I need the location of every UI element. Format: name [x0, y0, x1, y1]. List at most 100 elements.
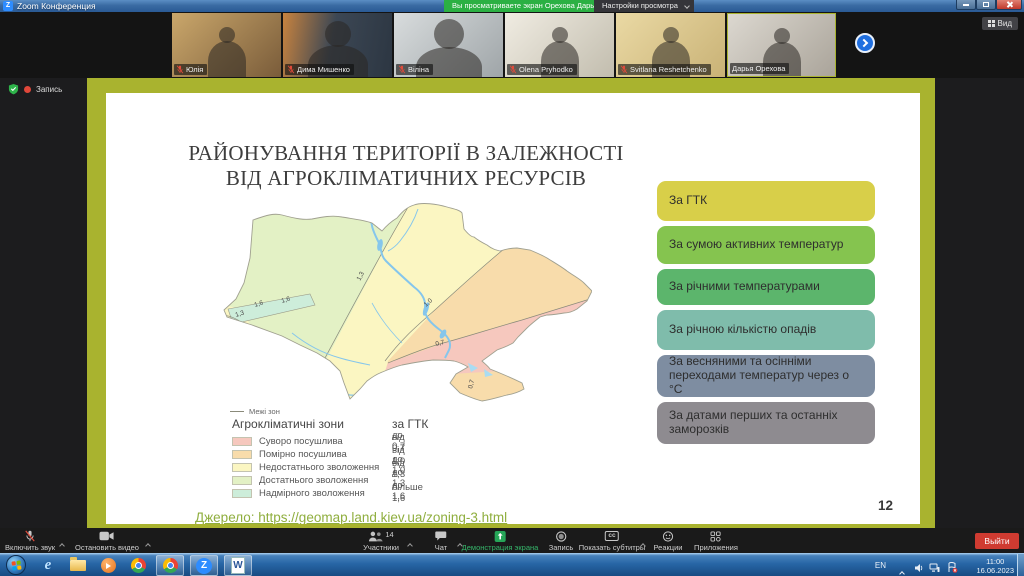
video-tile[interactable]: Віліна [394, 13, 503, 77]
participant-name-tag: Віліна [396, 64, 433, 75]
record-label: Запись [549, 543, 574, 552]
participant-name: Svitlana Reshetchenko [630, 65, 707, 74]
folder-icon [70, 560, 86, 571]
participants-button[interactable]: 14 Участники [363, 530, 399, 552]
video-tile-active-speaker[interactable]: Дарья Орехова [727, 13, 836, 77]
chevron-right-icon [860, 39, 868, 47]
leave-meeting-button[interactable]: Выйти [975, 533, 1019, 549]
record-button[interactable]: Запись [549, 530, 574, 552]
recording-indicator: Запись [8, 83, 62, 95]
button-gtk[interactable]: За ГТК [657, 181, 875, 221]
grid-view-icon [988, 20, 995, 27]
participant-name-tag: Юлія [174, 64, 207, 75]
ukraine-map-svg: 1,3 1,6 1,6 1,3 1,0 0,7 0,7 [222, 203, 592, 403]
taskbar-ie[interactable]: e [34, 555, 62, 576]
window-title: Zoom Конференция [17, 1, 96, 11]
video-tile[interactable]: Olena Pryhodko [505, 13, 614, 77]
reactions-button[interactable]: Реакции [654, 530, 683, 552]
slide-title: РАЙОНУВАННЯ ТЕРИТОРІЇ В ЗАЛЕЖНОСТІ ВІД А… [136, 141, 676, 191]
button-frost-dates[interactable]: За датами перших та останніх заморозків [657, 402, 875, 444]
video-tile[interactable]: Svitlana Reshetchenko [616, 13, 725, 77]
internet-explorer-icon: e [45, 557, 52, 574]
apps-icon [710, 531, 721, 542]
slide-content: РАЙОНУВАННЯ ТЕРИТОРІЇ В ЗАЛЕЖНОСТІ ВІД А… [106, 93, 920, 524]
video-options-chevron[interactable] [146, 535, 150, 553]
recording-label: Запись [36, 85, 62, 94]
chat-icon [435, 531, 447, 541]
zone-label: Надмірного зволоження [259, 488, 365, 499]
apps-button[interactable]: Приложения [694, 530, 738, 552]
action-center-flag-icon[interactable] [947, 560, 958, 576]
captions-button[interactable]: cc Показать субтитры [579, 530, 645, 552]
zone-color-swatch [232, 489, 252, 498]
chat-label: Чат [435, 543, 447, 552]
mic-muted-icon [287, 65, 295, 74]
participants-icon [368, 531, 383, 542]
chevron-down-icon [684, 3, 690, 9]
close-button[interactable] [996, 0, 1022, 10]
encryption-shield-icon [8, 83, 19, 95]
video-tile[interactable]: Дима Мишенко [283, 13, 392, 77]
participant-name: Дима Мишенко [297, 65, 350, 74]
participants-count: 14 [385, 530, 393, 539]
camera-icon [99, 531, 114, 541]
share-screen-button[interactable]: Демонстрация экрана [462, 530, 539, 552]
view-settings-button[interactable]: Настройки просмотра [594, 0, 694, 12]
taskbar-explorer[interactable] [64, 555, 92, 576]
participant-name: Дарья Орехова [732, 64, 785, 73]
button-annual-temps[interactable]: За річними температурами [657, 269, 875, 305]
participant-silhouette [434, 19, 464, 49]
zone-color-swatch [232, 450, 252, 459]
chat-button[interactable]: Чат [435, 530, 447, 552]
maximize-button[interactable] [976, 0, 996, 10]
legend-gtk-header: за ГТК [392, 417, 428, 431]
ukraine-agroclimatic-map: 1,3 1,6 1,6 1,3 1,0 0,7 0,7 [222, 203, 592, 403]
start-button[interactable] [6, 555, 26, 575]
button-annual-precipitation[interactable]: За річною кількістю опадів [657, 310, 875, 350]
stop-video-button[interactable]: Остановить видео [75, 530, 139, 552]
video-tile[interactable]: Юлія [172, 13, 281, 77]
unmute-button[interactable]: Включить звук [5, 530, 55, 552]
audio-options-chevron[interactable] [60, 535, 64, 553]
record-icon [555, 531, 566, 542]
button-active-temps-sum[interactable]: За сумою активних температур [657, 226, 875, 264]
stop-video-label: Остановить видео [75, 543, 139, 552]
volume-icon[interactable] [914, 560, 924, 576]
chrome-icon [163, 558, 178, 573]
zone-label: Суворо посушлива [259, 436, 343, 447]
captions-options-chevron[interactable] [641, 535, 645, 553]
reactions-label: Реакции [654, 543, 683, 552]
taskbar-word-active[interactable]: W [224, 555, 252, 576]
participant-silhouette [325, 21, 351, 47]
participant-silhouette [208, 41, 246, 77]
record-dot-icon [24, 86, 31, 93]
show-desktop-button[interactable] [1017, 554, 1024, 576]
boundary-label: Межі зон [249, 407, 280, 416]
source-link[interactable]: Джерело: https://geomap.land.kiev.ua/zon… [195, 510, 507, 524]
legend-row: Суворо посушлива до 0,7 [232, 435, 343, 447]
zoom-app-icon: Z [3, 1, 13, 11]
shared-screen-stage: Запись РАЙОНУВАННЯ ТЕРИТОРІЇ В ЗАЛЕЖНОСТ… [0, 78, 1024, 528]
view-layout-button[interactable]: Вид [982, 17, 1018, 30]
minimize-button[interactable] [956, 0, 976, 10]
windows-logo-icon [11, 560, 21, 570]
legend-row: Недостатнього зволоження від 1,0 до 1,3 [232, 461, 379, 473]
language-indicator[interactable]: EN [875, 561, 886, 570]
taskbar-chrome[interactable] [124, 555, 152, 576]
unmute-label: Включить звук [5, 543, 55, 552]
mic-muted-icon [24, 530, 36, 542]
media-player-icon [101, 558, 116, 573]
participant-name: Віліна [408, 65, 429, 74]
next-participants-button[interactable] [855, 33, 875, 53]
taskbar-chrome-active[interactable] [156, 555, 184, 576]
network-icon[interactable] [929, 560, 940, 576]
taskbar-media-player[interactable] [94, 555, 122, 576]
participants-options-chevron[interactable] [408, 535, 412, 553]
taskbar-clock[interactable]: 11:00 16.06.2023 [976, 557, 1014, 576]
tray-expand-chevron[interactable] [900, 563, 904, 576]
participant-name-tag: Дима Мишенко [285, 64, 354, 75]
taskbar-zoom-active[interactable]: Z [190, 555, 218, 576]
view-label: Вид [998, 19, 1012, 28]
legend-row: Помірно посушлива від 0,7 до 1,0 [232, 448, 347, 460]
button-temp-transitions[interactable]: За весняними та осінніми переходами темп… [657, 355, 875, 397]
